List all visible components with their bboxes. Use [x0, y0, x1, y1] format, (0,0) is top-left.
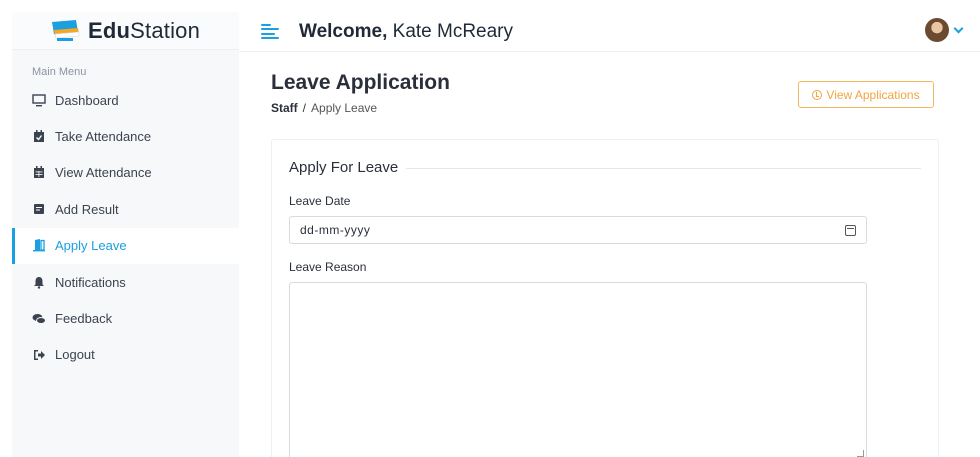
menu-section-label: Main Menu	[32, 66, 87, 78]
breadcrumb: Staff / Apply Leave	[271, 101, 377, 115]
sidebar-item-take-attendance[interactable]: Take Attendance	[12, 118, 239, 154]
sidebar-item-label: Dashboard	[55, 92, 119, 108]
breadcrumb-separator: /	[302, 101, 307, 115]
resize-handle-icon[interactable]	[857, 450, 864, 457]
monitor-icon	[32, 93, 46, 107]
calendar-picker-icon[interactable]	[845, 224, 856, 236]
sidebar-item-feedback[interactable]: Feedback	[12, 300, 239, 336]
history-icon	[812, 89, 823, 100]
leave-date-input[interactable]: dd-mm-yyyy	[289, 216, 867, 244]
sidebar-item-label: Add Result	[55, 201, 119, 217]
form-legend: Apply For Leave	[289, 159, 407, 176]
sidebar-item-view-attendance[interactable]: View Attendance	[12, 155, 239, 191]
menu-toggle-icon[interactable]	[261, 23, 279, 40]
bell-icon	[32, 275, 46, 289]
calendar-icon	[32, 166, 46, 180]
file-icon	[32, 202, 46, 216]
sidebar: EduStation Main Menu Dashboard Take Atte…	[12, 12, 239, 457]
sidebar-item-logout[interactable]: Logout	[12, 337, 239, 373]
comments-icon	[32, 312, 46, 326]
sidebar-item-label: Notifications	[55, 274, 126, 290]
leave-date-placeholder: dd-mm-yyyy	[300, 223, 371, 237]
calendar-check-icon	[32, 130, 46, 144]
chevron-down-icon	[953, 23, 964, 33]
view-applications-label: View Applications	[826, 87, 920, 102]
brand-name: EduStation	[88, 17, 201, 43]
sidebar-item-apply-leave[interactable]: Apply Leave	[12, 227, 239, 265]
avatar	[925, 18, 949, 42]
user-menu[interactable]	[925, 18, 964, 42]
sidebar-item-label: Take Attendance	[55, 129, 152, 145]
logo-icon	[48, 18, 82, 44]
top-header: Welcome, Kate McReary	[239, 12, 980, 52]
sidebar-item-label: View Attendance	[55, 165, 152, 181]
sidebar-item-add-result[interactable]: Add Result	[12, 191, 239, 227]
breadcrumb-staff[interactable]: Staff	[271, 101, 298, 115]
sign-out-icon	[32, 348, 46, 362]
welcome-text: Welcome, Kate McReary	[299, 20, 514, 42]
brand[interactable]: EduStation	[12, 12, 239, 50]
sidebar-item-label: Feedback	[55, 311, 113, 327]
breadcrumb-current: Apply Leave	[311, 101, 378, 115]
sidebar-item-label: Apply Leave	[55, 238, 127, 254]
leave-reason-textarea[interactable]	[289, 282, 867, 457]
leave-form-card: Apply For Leave Leave Date dd-mm-yyyy Le…	[271, 139, 939, 457]
user-name: Kate McReary	[392, 20, 514, 42]
page-title: Leave Application	[271, 71, 450, 94]
door-open-icon	[32, 239, 46, 253]
leave-date-label: Leave Date	[289, 194, 351, 208]
sidebar-item-notifications[interactable]: Notifications	[12, 264, 239, 300]
leave-reason-label: Leave Reason	[289, 260, 367, 274]
view-applications-button[interactable]: View Applications	[798, 81, 934, 108]
sidebar-item-label: Logout	[55, 347, 95, 363]
sidebar-item-dashboard[interactable]: Dashboard	[12, 82, 239, 118]
